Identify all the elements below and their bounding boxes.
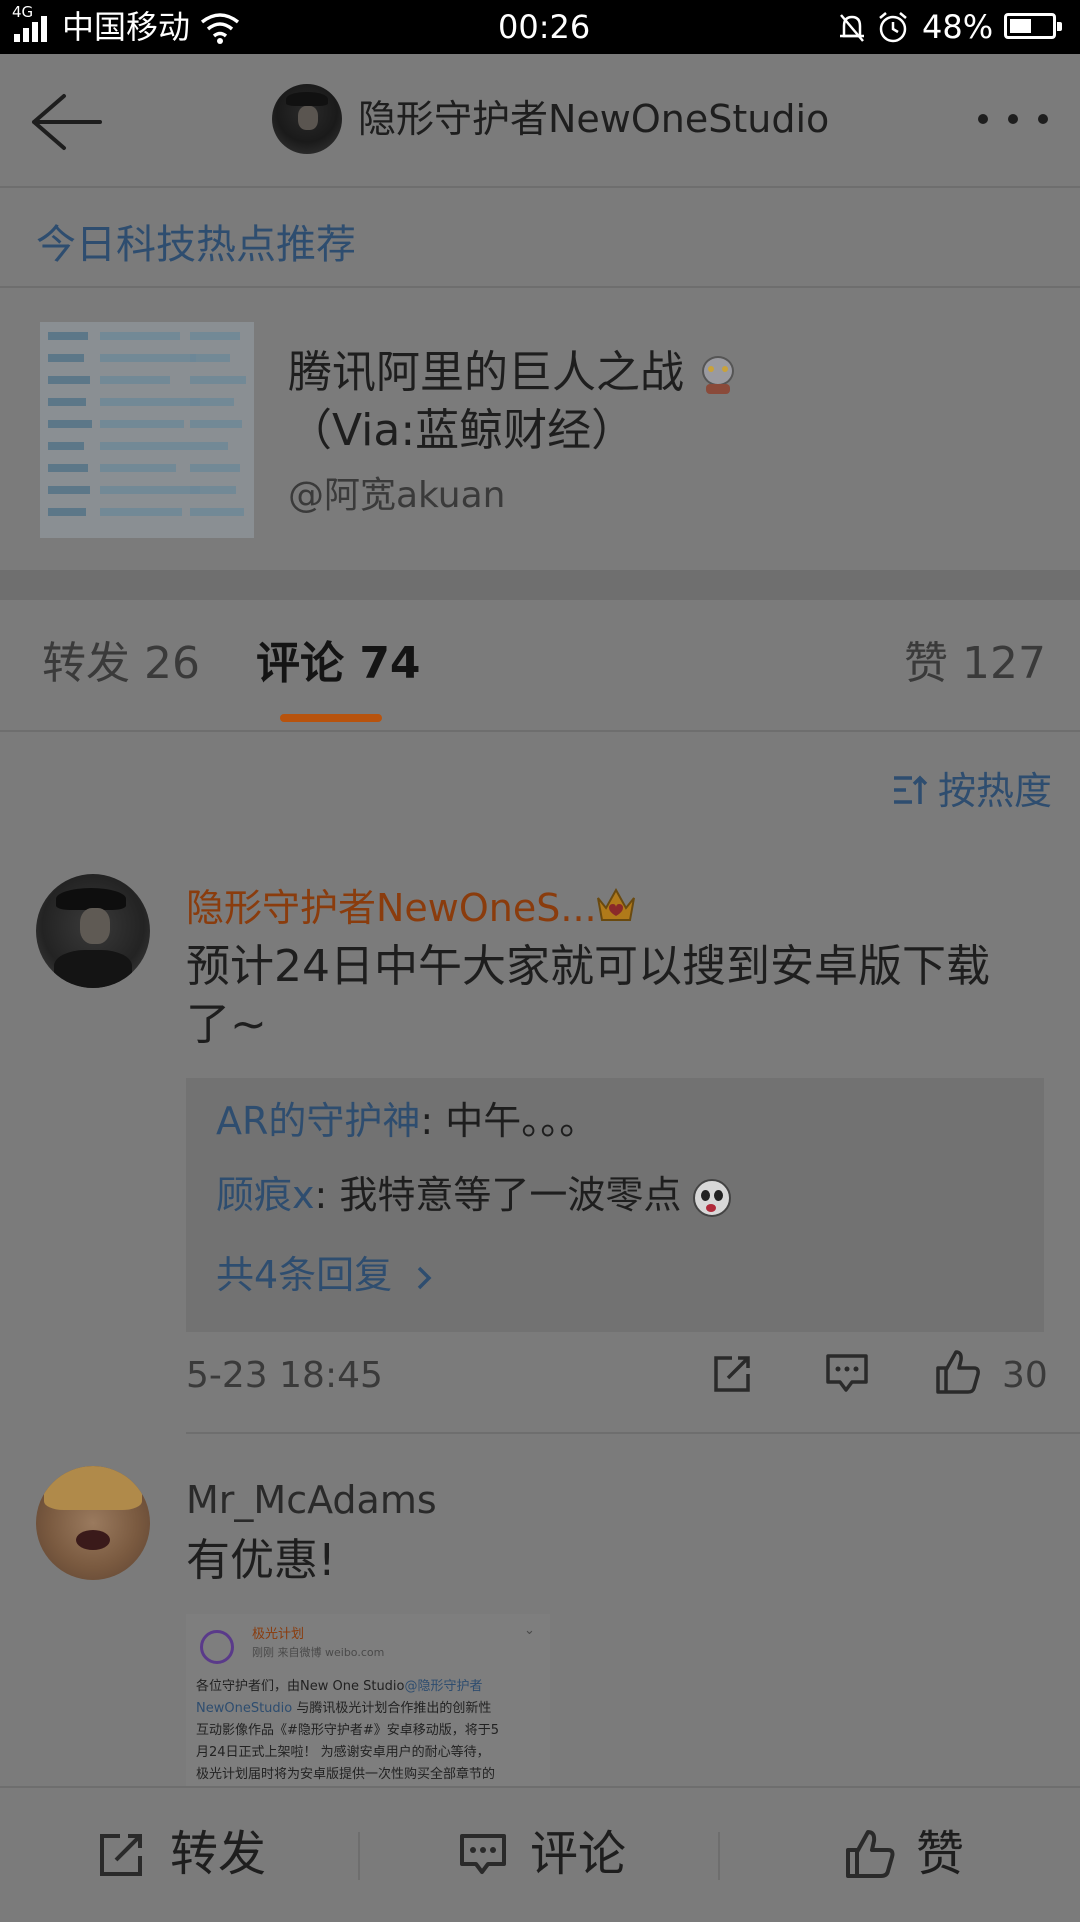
like-icon	[846, 1830, 895, 1878]
repost-button[interactable]: 转发	[96, 1788, 346, 1922]
bottom-action-bar: 转发 评论 赞	[0, 1786, 1080, 1922]
comment-icon	[460, 1834, 506, 1874]
battery-percent: 48%	[922, 8, 994, 46]
reply-username[interactable]: 顾痕x	[216, 1173, 315, 1217]
separator	[718, 1832, 720, 1880]
comment-item: 隐形守护者NewOneS... 预计24日中午大家就可以搜到安卓版下载 了~ A…	[0, 872, 1080, 1492]
comment-label: 评论	[530, 1826, 627, 1882]
comment-divider	[186, 1432, 1080, 1434]
header-avatar[interactable]	[272, 84, 342, 154]
more-replies-link[interactable]: 共4条回复	[216, 1252, 432, 1298]
comment-text: 预计24日中午大家就可以搜到安卓版下载 了~	[186, 941, 990, 1050]
share-icon[interactable]	[710, 1352, 754, 1396]
reply-preview-box[interactable]: AR的守护神: 中午。。。 顾痕x: 我特意等了一波零点 共4条回复	[186, 1078, 1044, 1332]
sort-icon	[894, 775, 928, 804]
top-nav-bar: 隐形守护者NewOneStudio	[0, 54, 1080, 188]
share-icon	[100, 1834, 142, 1876]
tab-indicator	[280, 714, 382, 722]
reply-username[interactable]: AR的守护神	[216, 1099, 420, 1143]
chevron-right-icon	[418, 1266, 432, 1289]
separator	[358, 1832, 360, 1880]
chevron-down-icon: ⌄	[524, 1623, 535, 1638]
embed-meta: 刚刚 来自微博 weibo.com	[252, 1646, 385, 1659]
status-bar: 4G 中国移动 00:26 48%	[0, 0, 1080, 54]
more-icon[interactable]	[978, 114, 1050, 126]
link-card[interactable]: 腾讯阿里的巨人之战 （Via:蓝鲸财经） @阿宽akuan	[0, 288, 1080, 570]
wifi-icon	[200, 13, 240, 44]
comment-list: 按热度 隐形守护者NewOneS... 预计24日中午大家就可以搜到安卓版下载 …	[0, 732, 1080, 1788]
battery-icon	[1004, 13, 1062, 39]
comment-username[interactable]: 隐形守护者NewOneS...	[186, 884, 597, 932]
comment-avatar[interactable]	[36, 874, 150, 988]
reply-item: 顾痕x: 我特意等了一波零点	[216, 1172, 732, 1218]
tab-like[interactable]: 赞 127	[904, 638, 1046, 690]
signal-icon	[14, 0, 50, 54]
card-thumbnail	[40, 322, 254, 538]
comment-username[interactable]: Mr_McAdams	[186, 1476, 437, 1524]
like-count: 30	[1002, 1355, 1048, 1396]
comment-text: 有优惠!	[186, 1535, 336, 1586]
carrier-name: 中国移动	[62, 8, 191, 46]
page-title: 隐形守护者NewOneStudio	[358, 97, 830, 141]
robot-emoji-icon	[698, 354, 738, 396]
tab-comment[interactable]: 评论 74	[256, 638, 421, 690]
panda-emoji-icon	[693, 1178, 732, 1217]
card-title-line2: （Via:蓝鲸财经）	[288, 405, 636, 456]
alarm-icon	[879, 12, 907, 43]
like-button[interactable]: 赞	[844, 1788, 1024, 1922]
back-arrow-icon[interactable]	[28, 92, 104, 152]
comment-avatar[interactable]	[36, 1466, 150, 1580]
card-title-line1: 腾讯阿里的巨人之战	[288, 347, 684, 398]
like-label: 赞	[916, 1826, 965, 1882]
card-author: @阿宽akuan	[288, 475, 506, 516]
reply-item: AR的守护神: 中午。。。	[216, 1098, 597, 1144]
embed-account-avatar	[200, 1630, 234, 1664]
comment-button[interactable]: 评论	[458, 1788, 708, 1922]
interaction-tabs: 转发 26 评论 74 赞 127	[0, 600, 1080, 732]
repost-label: 转发	[170, 1826, 267, 1882]
reply-text: : 中午。。。	[420, 1099, 598, 1143]
comment-timestamp: 5-23 18:45	[186, 1355, 383, 1396]
section-gap	[0, 570, 1080, 600]
tab-repost[interactable]: 转发 26	[42, 638, 200, 690]
comment-image[interactable]: 极光计划 刚刚 来自微博 weibo.com ⌄ 各位守护者们，由New One…	[186, 1614, 550, 1788]
clock: 00:26	[498, 8, 591, 46]
sort-label: 按热度	[938, 769, 1053, 813]
like-icon[interactable]	[934, 1348, 982, 1396]
comment-icon[interactable]	[824, 1352, 870, 1396]
source-row[interactable]: 今日科技热点推荐	[0, 188, 1080, 288]
source-label[interactable]: 今日科技热点推荐	[36, 212, 356, 270]
bell-icon	[840, 14, 864, 42]
crown-icon	[594, 884, 638, 926]
reply-text: : 我特意等了一波零点	[314, 1173, 682, 1217]
